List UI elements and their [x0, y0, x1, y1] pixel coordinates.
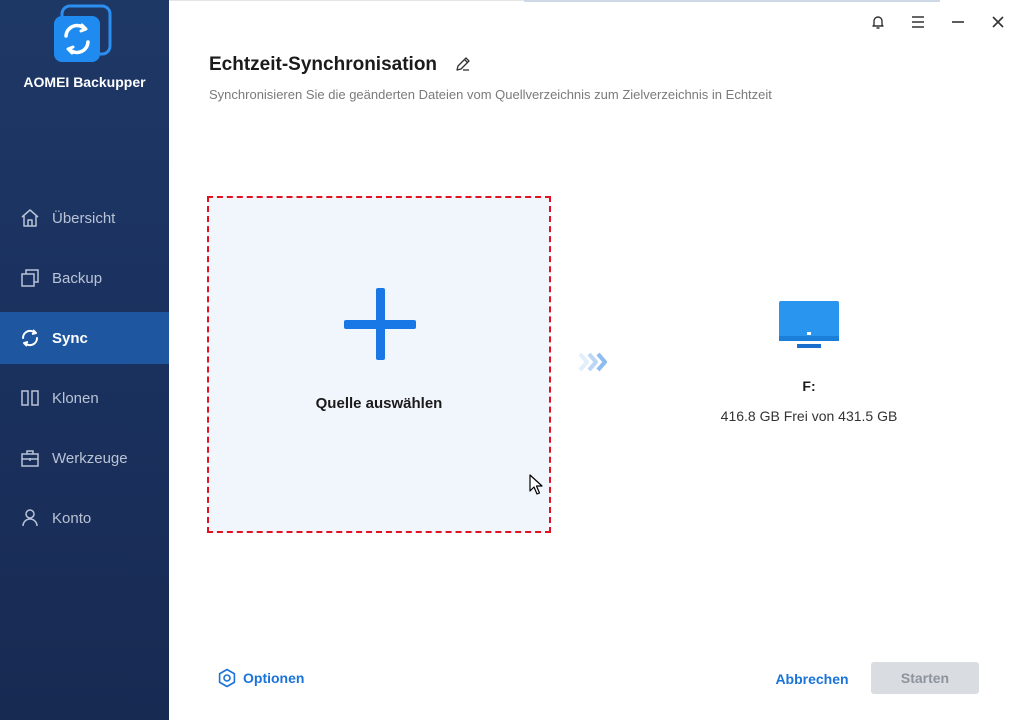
top-accent-line: [524, 0, 940, 2]
home-icon: [20, 208, 40, 228]
page-subtitle: Synchronisieren Sie die geänderten Datei…: [209, 87, 772, 102]
monitor-icon[interactable]: [778, 300, 840, 354]
sidebar-item-werkzeuge[interactable]: Werkzeuge: [0, 432, 169, 484]
options-label: Optionen: [243, 670, 305, 686]
sidebar-item-uebersicht[interactable]: Übersicht: [0, 192, 169, 244]
edit-icon[interactable]: [455, 56, 471, 72]
destination-free-space: 416.8 GB Frei von 431.5 GB: [720, 408, 898, 424]
mouse-cursor-icon: [529, 474, 543, 495]
cancel-button[interactable]: Abbrechen: [766, 668, 858, 690]
sidebar-item-konto[interactable]: Konto: [0, 492, 169, 544]
sidebar-item-label: Werkzeuge: [52, 449, 128, 467]
destination-drive-letter: F:: [802, 378, 816, 394]
sidebar-item-label: Sync: [52, 329, 88, 347]
sidebar-item-backup[interactable]: Backup: [0, 252, 169, 304]
clone-icon: [20, 388, 40, 408]
page-title: Echtzeit-Synchronisation: [209, 54, 438, 75]
menu-icon[interactable]: [906, 10, 930, 34]
sidebar-nav: Übersicht Backup Sync Klonen Werkzeuge K…: [0, 192, 169, 552]
close-icon[interactable]: [986, 10, 1010, 34]
sidebar-item-label: Klonen: [52, 389, 99, 407]
top-border: [169, 0, 524, 1]
backup-icon: [20, 268, 40, 288]
minimize-icon[interactable]: [946, 10, 970, 34]
settings-icon: [218, 668, 236, 688]
app-logo-icon: [54, 4, 112, 62]
start-button[interactable]: Starten: [871, 662, 979, 694]
sidebar: AOMEI Backupper Übersicht Backup Sync Kl…: [0, 0, 169, 720]
sidebar-item-label: Konto: [52, 509, 92, 527]
sidebar-item-klonen[interactable]: Klonen: [0, 372, 169, 424]
sync-icon: [20, 328, 40, 348]
app-name: AOMEI Backupper: [23, 74, 146, 90]
plus-icon: [344, 288, 416, 360]
chevrons-right-icon: [578, 352, 607, 372]
toolbox-icon: [20, 448, 40, 468]
sidebar-item-sync[interactable]: Sync: [0, 312, 169, 364]
source-label: Quelle auswählen: [315, 395, 443, 412]
user-icon: [20, 508, 40, 528]
sidebar-item-label: Übersicht: [52, 209, 116, 227]
bell-icon[interactable]: [866, 10, 890, 34]
source-select-box[interactable]: Quelle auswählen: [207, 196, 551, 533]
sidebar-item-label: Backup: [52, 269, 103, 287]
options-link[interactable]: Optionen: [217, 668, 304, 688]
